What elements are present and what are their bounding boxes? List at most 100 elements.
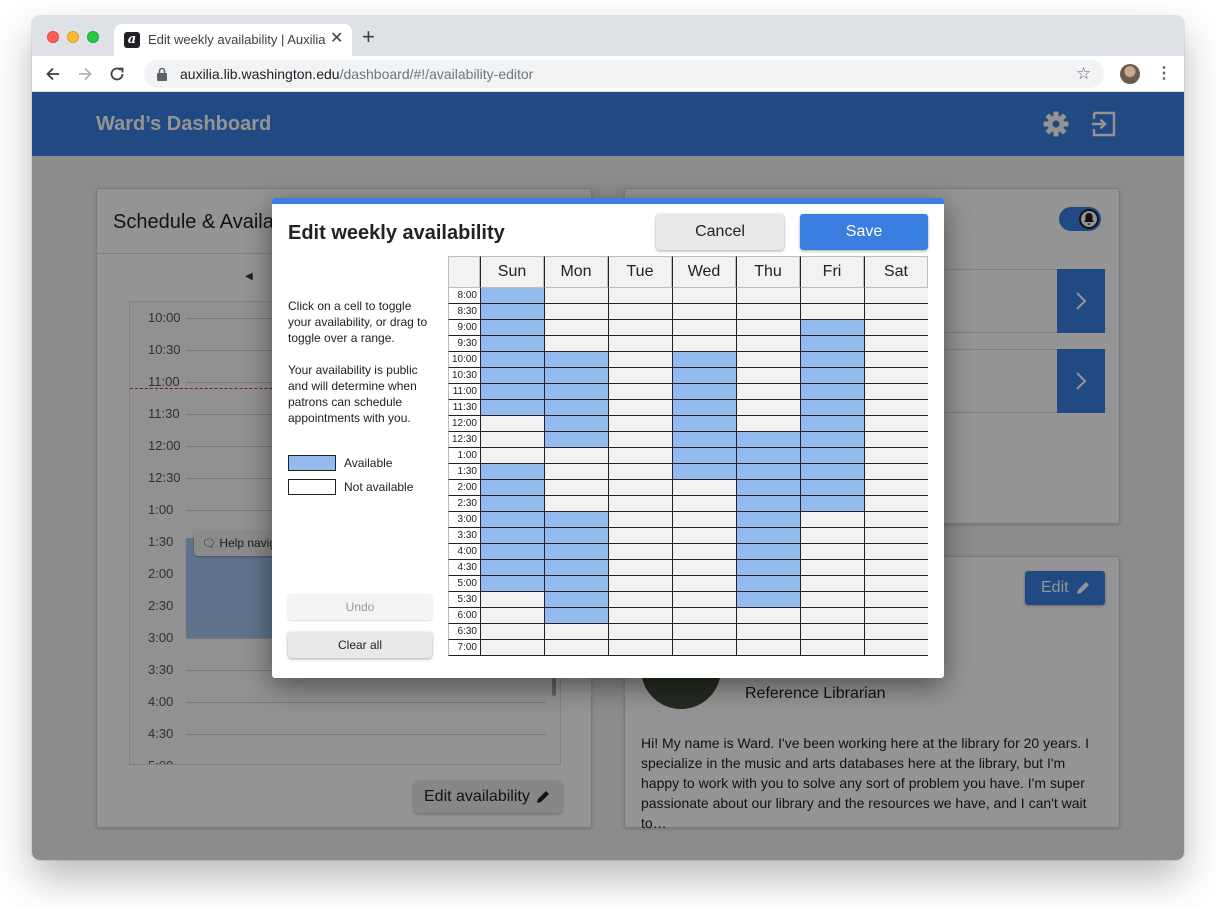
availability-cell[interactable]	[480, 480, 544, 496]
availability-cell[interactable]	[864, 384, 928, 400]
cancel-button[interactable]: Cancel	[656, 214, 784, 250]
availability-cell[interactable]	[736, 304, 800, 320]
availability-cell[interactable]	[736, 432, 800, 448]
availability-cell[interactable]	[480, 448, 544, 464]
address-bar[interactable]: auxilia.lib.washington.edu/dashboard/#!/…	[144, 60, 1104, 88]
availability-cell[interactable]	[672, 400, 736, 416]
close-window-button[interactable]	[47, 31, 59, 43]
availability-cell[interactable]	[608, 336, 672, 352]
availability-cell[interactable]	[736, 416, 800, 432]
availability-cell[interactable]	[480, 592, 544, 608]
availability-cell[interactable]	[608, 592, 672, 608]
availability-cell[interactable]	[480, 528, 544, 544]
reload-icon[interactable]	[106, 63, 128, 85]
availability-cell[interactable]	[736, 544, 800, 560]
availability-cell[interactable]	[800, 416, 864, 432]
availability-cell[interactable]	[736, 592, 800, 608]
availability-cell[interactable]	[608, 400, 672, 416]
availability-cell[interactable]	[480, 400, 544, 416]
availability-cell[interactable]	[608, 576, 672, 592]
undo-button[interactable]: Undo	[288, 594, 432, 620]
availability-cell[interactable]	[544, 608, 608, 624]
availability-cell[interactable]	[480, 544, 544, 560]
availability-cell[interactable]	[864, 512, 928, 528]
availability-cell[interactable]	[672, 544, 736, 560]
availability-cell[interactable]	[736, 480, 800, 496]
availability-grid[interactable]: Sun Mon Tue Wed Thu Fri Sat 8:00 8:30 9:00 9:30 10:…	[448, 256, 928, 656]
availability-cell[interactable]	[736, 624, 800, 640]
availability-cell[interactable]	[608, 432, 672, 448]
new-tab-icon[interactable]: +	[362, 26, 375, 48]
availability-cell[interactable]	[608, 544, 672, 560]
minimize-window-button[interactable]	[67, 31, 79, 43]
availability-cell[interactable]	[672, 560, 736, 576]
availability-cell[interactable]	[672, 640, 736, 656]
availability-cell[interactable]	[480, 384, 544, 400]
availability-cell[interactable]	[864, 640, 928, 656]
availability-cell[interactable]	[864, 432, 928, 448]
availability-cell[interactable]	[672, 512, 736, 528]
availability-cell[interactable]	[800, 368, 864, 384]
availability-cell[interactable]	[480, 624, 544, 640]
availability-cell[interactable]	[608, 512, 672, 528]
availability-cell[interactable]	[608, 480, 672, 496]
availability-cell[interactable]	[800, 528, 864, 544]
availability-cell[interactable]	[800, 544, 864, 560]
availability-cell[interactable]	[544, 368, 608, 384]
availability-cell[interactable]	[736, 320, 800, 336]
availability-cell[interactable]	[864, 528, 928, 544]
availability-cell[interactable]	[544, 624, 608, 640]
availability-cell[interactable]	[864, 592, 928, 608]
availability-cell[interactable]	[608, 560, 672, 576]
availability-cell[interactable]	[736, 464, 800, 480]
availability-cell[interactable]	[736, 448, 800, 464]
availability-cell[interactable]	[544, 288, 608, 304]
availability-cell[interactable]	[672, 352, 736, 368]
availability-cell[interactable]	[608, 624, 672, 640]
availability-cell[interactable]	[544, 496, 608, 512]
availability-cell[interactable]	[480, 416, 544, 432]
availability-cell[interactable]	[800, 352, 864, 368]
availability-cell[interactable]	[864, 624, 928, 640]
tab-close-icon[interactable]: ✕	[330, 30, 343, 48]
availability-cell[interactable]	[480, 336, 544, 352]
availability-cell[interactable]	[736, 576, 800, 592]
availability-cell[interactable]	[736, 336, 800, 352]
availability-cell[interactable]	[608, 368, 672, 384]
availability-cell[interactable]	[480, 304, 544, 320]
availability-cell[interactable]	[800, 608, 864, 624]
availability-cell[interactable]	[480, 320, 544, 336]
availability-cell[interactable]	[736, 352, 800, 368]
availability-cell[interactable]	[672, 608, 736, 624]
availability-cell[interactable]	[608, 464, 672, 480]
availability-cell[interactable]	[480, 464, 544, 480]
availability-cell[interactable]	[864, 400, 928, 416]
availability-cell[interactable]	[672, 464, 736, 480]
availability-cell[interactable]	[544, 448, 608, 464]
availability-cell[interactable]	[864, 304, 928, 320]
availability-cell[interactable]	[800, 320, 864, 336]
availability-cell[interactable]	[672, 304, 736, 320]
availability-cell[interactable]	[864, 544, 928, 560]
availability-cell[interactable]	[800, 464, 864, 480]
forward-arrow-icon[interactable]	[74, 63, 96, 85]
availability-cell[interactable]	[800, 512, 864, 528]
availability-cell[interactable]	[480, 512, 544, 528]
availability-cell[interactable]	[480, 560, 544, 576]
availability-cell[interactable]	[608, 640, 672, 656]
availability-cell[interactable]	[480, 368, 544, 384]
availability-cell[interactable]	[672, 416, 736, 432]
clear-all-button[interactable]: Clear all	[288, 632, 432, 658]
availability-cell[interactable]	[864, 416, 928, 432]
bookmark-star-icon[interactable]: ☆	[1076, 64, 1091, 84]
availability-cell[interactable]	[608, 288, 672, 304]
availability-cell[interactable]	[672, 528, 736, 544]
availability-cell[interactable]	[544, 512, 608, 528]
back-arrow-icon[interactable]	[42, 63, 64, 85]
availability-cell[interactable]	[736, 608, 800, 624]
browser-tab[interactable]: a Edit weekly availability | Auxilia ✕	[114, 24, 352, 56]
availability-cell[interactable]	[544, 416, 608, 432]
availability-cell[interactable]	[864, 496, 928, 512]
availability-cell[interactable]	[672, 288, 736, 304]
availability-cell[interactable]	[544, 560, 608, 576]
